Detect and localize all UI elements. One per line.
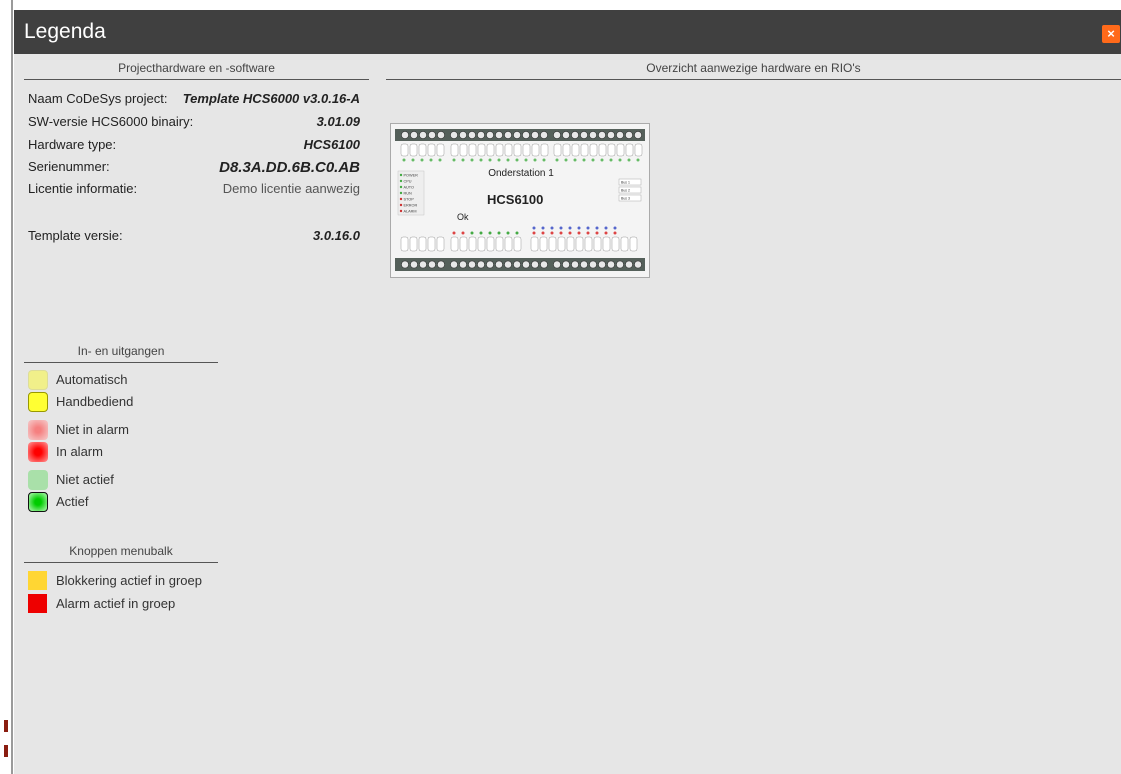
color-swatch xyxy=(28,392,48,412)
info-label: Naam CoDeSys project: xyxy=(28,91,168,106)
info-value: D8.3A.DD.6B.C0.AB xyxy=(219,159,360,176)
color-swatch xyxy=(28,420,48,440)
info-value: 3.0.16.0 xyxy=(313,228,360,243)
info-label: Template versie: xyxy=(28,228,123,243)
info-row-serial: Serienummer: D8.3A.DD.6B.C0.AB xyxy=(28,159,360,179)
close-button[interactable]: × xyxy=(1102,25,1120,43)
color-swatch xyxy=(28,571,47,590)
led-label: CPU xyxy=(404,180,412,184)
module-status: Ok xyxy=(457,212,469,222)
info-row-project: Naam CoDeSys project: Template HCS6000 v… xyxy=(28,91,360,111)
edge-mark xyxy=(4,720,8,732)
module-tab: Bus 3 xyxy=(621,197,630,201)
info-value: Template HCS6000 v3.0.16-A xyxy=(182,91,360,106)
legend-label: In alarm xyxy=(56,444,103,459)
info-row-template-version: Template versie: 3.0.16.0 xyxy=(28,228,360,248)
legend-label: Handbediend xyxy=(56,394,134,409)
color-swatch xyxy=(28,370,48,390)
led-label: AUTO xyxy=(404,186,415,190)
legend-label: Niet actief xyxy=(56,472,114,487)
info-row-hardware-type: Hardware type: HCS6100 xyxy=(28,137,360,157)
color-swatch xyxy=(28,470,48,490)
info-value: Demo licentie aanwezig xyxy=(222,181,360,196)
info-row-sw-version: SW-versie HCS6000 binairy: 3.01.09 xyxy=(28,114,360,134)
led-label: ALARM xyxy=(404,210,417,214)
legend-dialog: Legenda × Projecthardware en -software N… xyxy=(14,10,1121,774)
buttons-legend-heading: Knoppen menubalk xyxy=(24,544,218,563)
module-tab: Bus 2 xyxy=(621,189,630,193)
info-label: Licentie informatie: xyxy=(28,181,138,196)
module-title: Onderstation 1 xyxy=(488,168,554,179)
info-row-license: Licentie informatie: Demo licentie aanwe… xyxy=(28,181,360,201)
legend-label: Automatisch xyxy=(56,372,128,387)
dialog-titlebar: Legenda × xyxy=(14,10,1121,54)
legend-label: Niet in alarm xyxy=(56,422,129,437)
info-label: Serienummer: xyxy=(28,159,110,174)
project-section-heading: Projecthardware en -software xyxy=(24,61,369,80)
module-tab: Bus 1 xyxy=(621,181,630,185)
dialog-title: Legenda xyxy=(24,20,106,43)
info-label: Hardware type: xyxy=(28,137,117,152)
info-value: HCS6100 xyxy=(303,137,360,152)
color-swatch xyxy=(28,492,48,512)
hardware-section-heading: Overzicht aanwezige hardware en RIO's xyxy=(386,61,1121,80)
led-label: STOP xyxy=(404,198,415,202)
info-value: 3.01.09 xyxy=(316,114,360,129)
led-label: POWER xyxy=(404,174,419,178)
top-strip xyxy=(0,0,1121,10)
legend-label: Blokkering actief in groep xyxy=(56,573,202,588)
close-icon: × xyxy=(1107,26,1115,41)
legend-label: Actief xyxy=(56,494,89,509)
legend-label: Alarm actief in groep xyxy=(56,596,176,611)
plc-module-image: Onderstation 1 POWER CPU AUTO RUN STOP E… xyxy=(391,124,649,277)
background-window-edge xyxy=(0,0,13,774)
plc-module-onderstation-1[interactable]: Onderstation 1 POWER CPU AUTO RUN STOP E… xyxy=(390,123,650,278)
edge-mark xyxy=(4,745,8,757)
color-swatch xyxy=(28,442,48,462)
led-label: RUN xyxy=(404,192,412,196)
module-logo: HCS6100 xyxy=(487,192,543,207)
color-swatch xyxy=(28,594,47,613)
info-label: SW-versie HCS6000 binairy: xyxy=(28,114,194,129)
io-legend-heading: In- en uitgangen xyxy=(24,344,218,363)
led-label: ERROR xyxy=(404,204,418,208)
